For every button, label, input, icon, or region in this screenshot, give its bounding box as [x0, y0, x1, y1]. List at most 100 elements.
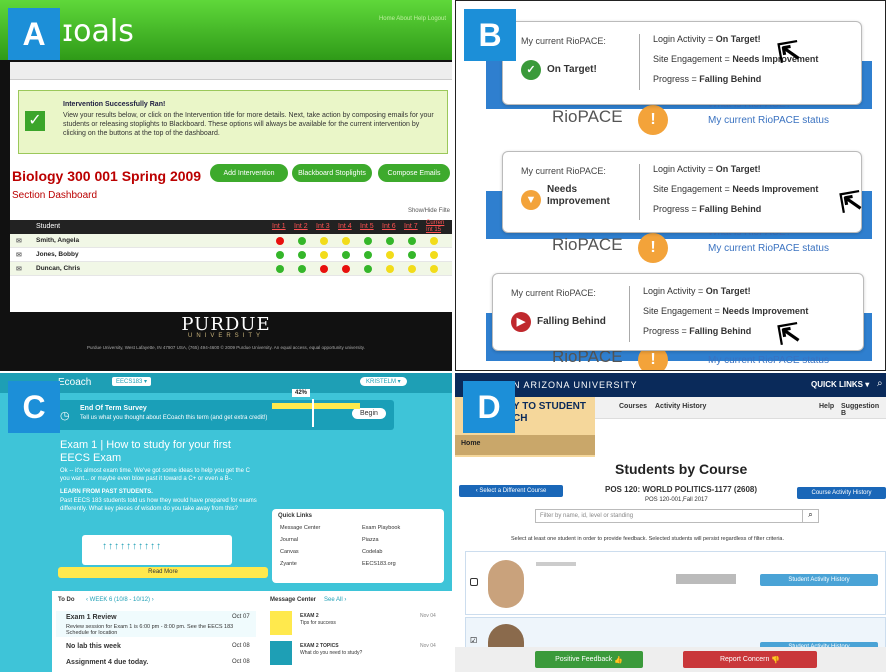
- stoplight-dot: [276, 251, 284, 259]
- course-dropdown[interactable]: EECS183 ▾: [112, 377, 152, 386]
- message-item[interactable]: EXAM 2 TOPICS What do you need to study?…: [270, 641, 446, 667]
- popup-status: On Target!: [547, 64, 597, 75]
- show-hide-filter[interactable]: Show/Hide Filte: [408, 208, 450, 214]
- student-name[interactable]: Jones, Bobby: [36, 251, 79, 258]
- student-row[interactable]: ✉ Duncan, Chris: [10, 262, 452, 276]
- email-icon[interactable]: ✉: [16, 265, 22, 273]
- filter-placeholder: Filter by name, id, level or standing: [540, 513, 634, 519]
- login-value: On Target!: [715, 34, 761, 44]
- student-name[interactable]: Smith, Angela: [36, 237, 79, 244]
- link-canvas[interactable]: Canvas: [280, 549, 299, 555]
- student-name[interactable]: Duncan, Chris: [36, 265, 80, 272]
- course-activity-history-button[interactable]: Course Activity History: [797, 487, 886, 499]
- progress-label: Progress =: [653, 204, 700, 214]
- add-intervention-button[interactable]: Add Intervention: [210, 164, 288, 182]
- positive-feedback-button[interactable]: Positive Feedback 👍: [535, 651, 643, 668]
- popup-my-current: My current RioPACE:: [521, 166, 606, 176]
- nav-activity-history[interactable]: Activity History: [655, 403, 706, 410]
- link-zyante[interactable]: Zyante: [280, 561, 297, 567]
- riopace-popup[interactable]: My current RioPACE: ✓ On Target! Login Acti…: [502, 21, 862, 105]
- nav-help[interactable]: Help: [819, 403, 834, 410]
- filter-input[interactable]: Filter by name, id, level or standing ⌕: [535, 509, 819, 523]
- link-eecs183[interactable]: EECS183.org: [362, 561, 396, 567]
- ecoach-brand: Ecoach: [58, 377, 92, 388]
- panel-label-a: A: [8, 8, 60, 60]
- popup-site-line: Site Engagement = Needs Improvement: [653, 184, 818, 194]
- alert-title: Intervention Successfully Ran!: [63, 101, 166, 108]
- home-tab[interactable]: Home: [455, 435, 595, 455]
- progress-label: Progress =: [653, 74, 700, 84]
- quick-links-menu[interactable]: QUICK LINKS ▾: [811, 380, 869, 389]
- popup-my-current: My current RioPACE:: [511, 288, 596, 298]
- popup-progress-line: Progress = Falling Behind: [653, 74, 761, 84]
- todo-item[interactable]: Assignment 4 due today. Oct 08: [56, 657, 256, 669]
- link-codelab[interactable]: Codelab: [362, 549, 383, 555]
- riopace-popup[interactable]: My current RioPACE: ▶ Falling Behind Login …: [492, 273, 864, 351]
- student-row[interactable]: ✉ Jones, Bobby: [10, 248, 452, 262]
- popup-status: Falling Behind: [537, 316, 606, 327]
- email-icon[interactable]: ✉: [16, 237, 22, 245]
- student-table: Student Int 1 Int 2 Int 3 Int 4 Int 5 In…: [10, 220, 452, 276]
- popup-site-line: Site Engagement = Needs Improvement: [643, 306, 808, 316]
- riopace-status-link[interactable]: My current RioPACE status: [708, 115, 829, 126]
- link-piazza[interactable]: Piazza: [362, 537, 379, 543]
- checked-checkbox[interactable]: ☑: [470, 636, 477, 645]
- todo-item-date: Oct 07: [232, 614, 250, 620]
- nav-courses[interactable]: Courses: [619, 403, 647, 410]
- col-int4[interactable]: Int 4: [338, 223, 352, 230]
- select-course-button[interactable]: ‹ Select a Different Course: [459, 485, 563, 497]
- riopace-status-link[interactable]: My current RioPACE status: [708, 243, 829, 254]
- progress-label: Progress =: [643, 326, 690, 336]
- alert-text: View your results below, or click on the…: [63, 112, 434, 137]
- link-exam-playbook[interactable]: Exam Playbook: [362, 525, 400, 531]
- progress-value: Falling Behind: [699, 204, 762, 214]
- student-photo: [488, 560, 524, 608]
- login-value: On Target!: [715, 164, 761, 174]
- col-int3[interactable]: Int 3: [316, 223, 330, 230]
- student-checkbox[interactable]: [470, 578, 478, 586]
- col-int7[interactable]: Int 7: [404, 223, 418, 230]
- grade-marker: [312, 399, 314, 427]
- col-current[interactable]: Curren Int 15: [426, 220, 452, 234]
- read-more-button[interactable]: Read More: [58, 567, 268, 578]
- see-all-link[interactable]: See All ›: [324, 597, 346, 603]
- blackboard-stoplights-button[interactable]: Blackboard Stoplights: [292, 164, 372, 182]
- positive-feedback-label: Positive Feedback: [555, 656, 613, 663]
- message-center-title: Message Center: [270, 597, 317, 603]
- course-title: Biology 300 001 Spring 2009: [12, 168, 202, 184]
- progress-value: Falling Behind: [689, 326, 752, 336]
- nav-suggestion[interactable]: Suggestion B: [841, 403, 886, 417]
- stoplight-dot: [408, 265, 416, 273]
- popup-status: Needs Improvement: [547, 184, 610, 207]
- week-nav[interactable]: ‹ WEEK 6 (10/8 - 10/12) ›: [86, 597, 154, 603]
- ecoach-topbar: Ecoach EECS183 ▾ KRISTELM ▾: [0, 373, 452, 393]
- todo-item[interactable]: No lab this week Oct 08: [56, 641, 256, 653]
- todo-item[interactable]: Exam 1 Review Oct 07 Review session for …: [56, 611, 256, 637]
- col-int2[interactable]: Int 2: [294, 223, 308, 230]
- student-row[interactable]: ☑ Student Activity History: [465, 617, 886, 664]
- message-icon: [270, 611, 292, 635]
- signals-logo: ɪoals: [62, 14, 134, 49]
- message-item[interactable]: EXAM 2 Tips for success Nov 04: [270, 611, 446, 637]
- filter-search-icon[interactable]: ⌕: [802, 510, 818, 522]
- riopace-popup[interactable]: My current RioPACE: ▼ Needs Improvement Log…: [502, 151, 862, 233]
- col-int6[interactable]: Int 6: [382, 223, 396, 230]
- login-value: On Target!: [705, 286, 751, 296]
- user-menu[interactable]: KRISTELM ▾: [360, 377, 407, 386]
- email-icon[interactable]: ✉: [16, 251, 22, 259]
- col-int5[interactable]: Int 5: [360, 223, 374, 230]
- compose-emails-button[interactable]: Compose Emails: [378, 164, 450, 182]
- student-activity-history-button[interactable]: Student Activity History: [760, 574, 878, 586]
- report-concern-button[interactable]: Report Concern 👎: [683, 651, 817, 668]
- student-row[interactable]: Student Activity History: [465, 551, 886, 615]
- riopace-status-link[interactable]: My current RioPACE status: [708, 355, 829, 366]
- top-links[interactable]: Home About Help Logout: [379, 16, 446, 22]
- link-journal[interactable]: Journal: [280, 537, 298, 543]
- search-icon[interactable]: ⌕: [877, 378, 883, 389]
- student-row[interactable]: ✉ Smith, Angela: [10, 234, 452, 248]
- grade-bar: [272, 403, 360, 409]
- col-int1[interactable]: Int 1: [272, 223, 286, 230]
- link-message-center[interactable]: Message Center: [280, 525, 320, 531]
- riopace-label: RioPACE: [552, 235, 623, 254]
- people-icons: ↑↑↑↑↑↑↑↑↑↑: [102, 541, 162, 552]
